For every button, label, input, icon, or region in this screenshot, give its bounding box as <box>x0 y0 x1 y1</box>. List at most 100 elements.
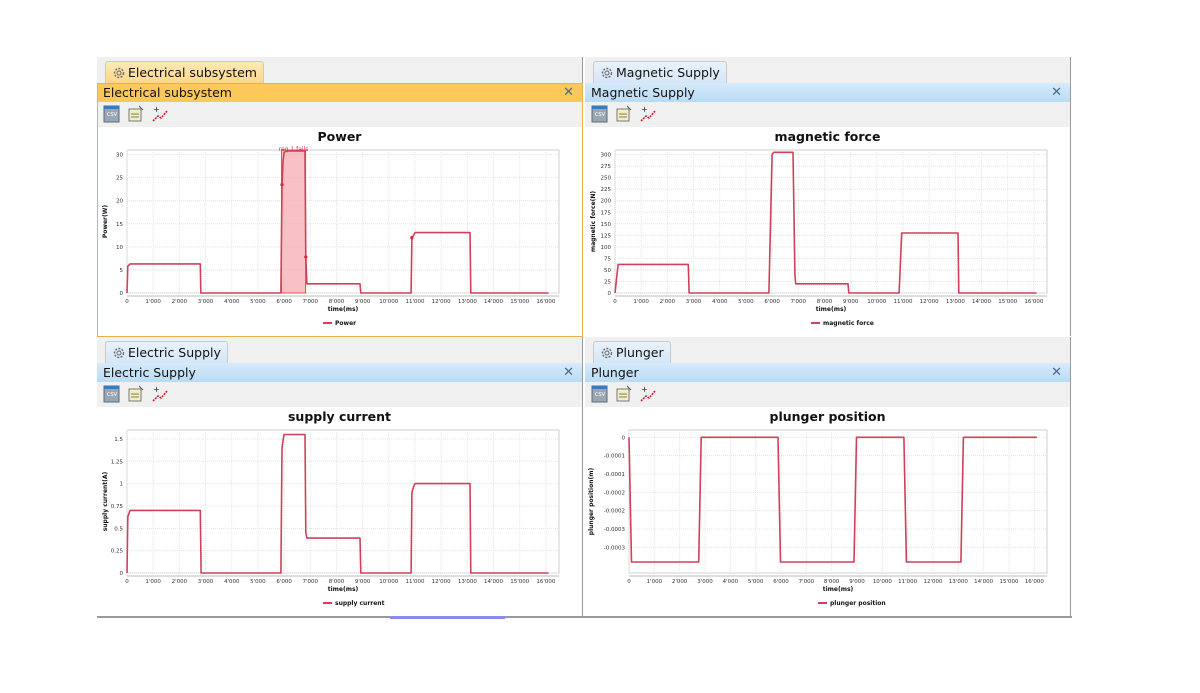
panel-title-bar: Magnetic Supply ✕ <box>585 83 1070 102</box>
x-tick-label: 5'000 <box>748 579 764 585</box>
legend-label: magnetic force <box>823 320 874 327</box>
tab-label: Electrical subsystem <box>128 65 257 80</box>
close-icon[interactable]: ✕ <box>1051 83 1062 102</box>
x-tick-label: 13'000 <box>949 579 969 585</box>
tab-magnetic-supply[interactable]: Magnetic Supply <box>593 61 727 84</box>
x-tick-label: 14'000 <box>484 579 504 585</box>
y-axis-label: magnetic force(N) <box>590 191 597 253</box>
panel-title-bar: Plunger ✕ <box>585 363 1070 382</box>
x-tick-label: 6'000 <box>276 579 292 585</box>
scrollbar-thumb[interactable] <box>390 616 505 619</box>
y-tick-label: 1.5 <box>114 437 123 443</box>
export-csv-icon[interactable]: CSV <box>103 385 121 403</box>
x-tick-label: 0 <box>125 579 129 585</box>
x-tick-label: 15'000 <box>998 299 1018 305</box>
x-axis-label: time(ms) <box>823 586 854 593</box>
y-tick-label: 150 <box>601 222 612 228</box>
y-tick-label: 0 <box>622 435 626 441</box>
svg-text:CSV: CSV <box>595 112 606 118</box>
x-tick-label: 12'000 <box>923 579 943 585</box>
panel-title-bar: Electric Supply ✕ <box>97 363 582 382</box>
y-tick-label: 0.25 <box>111 549 124 555</box>
y-tick-label: 75 <box>604 256 611 262</box>
add-series-icon[interactable]: + <box>151 385 169 403</box>
y-tick-label: 0.5 <box>114 526 123 532</box>
y-tick-label: -0.0003 <box>604 545 626 551</box>
edit-properties-icon[interactable] <box>127 385 145 403</box>
x-tick-label: 8'000 <box>817 299 833 305</box>
x-tick-label: 0 <box>613 299 617 305</box>
x-tick-label: 4'000 <box>723 579 739 585</box>
export-csv-icon[interactable]: CSV <box>591 105 609 123</box>
x-tick-label: 10'000 <box>379 579 399 585</box>
chart-toolbar: CSV + <box>585 102 1070 127</box>
y-tick-label: -0.0001 <box>604 454 625 460</box>
y-tick-label: 0 <box>120 571 124 577</box>
electric-supply-panel: Electric Supply Electric Supply ✕ CSV + … <box>97 337 583 616</box>
chart-toolbar: CSV + <box>97 382 582 407</box>
y-tick-label: 200 <box>601 199 612 205</box>
x-tick-label: 1'000 <box>633 299 649 305</box>
tab-electric-supply[interactable]: Electric Supply <box>105 341 228 364</box>
svg-text:CSV: CSV <box>595 392 606 398</box>
x-tick-label: 0 <box>627 579 631 585</box>
panel-title: Magnetic Supply <box>591 85 695 100</box>
plot-area <box>628 429 1048 574</box>
y-tick-label: 225 <box>601 187 612 193</box>
y-tick-label: -0.0001 <box>604 472 625 478</box>
y-tick-label: 275 <box>601 164 612 170</box>
y-tick-label: 0 <box>608 291 612 297</box>
y-tick-label: -0.0003 <box>604 527 626 533</box>
x-tick-label: 4'000 <box>712 299 728 305</box>
x-tick-label: 5'000 <box>250 579 266 585</box>
tab-label: Electric Supply <box>128 345 221 360</box>
legend-label: supply current <box>335 600 385 607</box>
y-tick-label: -0.0002 <box>604 509 625 515</box>
close-icon[interactable]: ✕ <box>563 363 574 382</box>
active-panel-frame <box>97 83 583 337</box>
x-tick-label: 10'000 <box>873 579 893 585</box>
x-tick-label: 8'000 <box>329 579 345 585</box>
svg-text:+: + <box>153 385 160 394</box>
add-series-icon[interactable]: + <box>639 385 657 403</box>
gear-icon <box>113 347 125 359</box>
chart-toolbar: CSV + <box>585 382 1070 407</box>
edit-properties-icon[interactable] <box>615 385 633 403</box>
tab-plunger[interactable]: Plunger <box>593 341 671 364</box>
legend-label: plunger position <box>830 600 886 607</box>
tab-electrical-subsystem[interactable]: Electrical subsystem <box>105 61 264 84</box>
x-tick-label: 1'000 <box>145 579 161 585</box>
svg-text:+: + <box>641 105 648 114</box>
chart-area: supply current 0 1'000 2'000 3'000 4'000 5'00… <box>97 407 582 616</box>
y-axis-label: plunger position(m) <box>588 468 595 536</box>
gear-icon <box>113 67 125 79</box>
magnetic-supply-panel: Magnetic Supply Magnetic Supply ✕ CSV + … <box>585 57 1071 336</box>
edit-properties-icon[interactable] <box>615 105 633 123</box>
y-tick-label: 1 <box>120 482 124 488</box>
x-tick-label: 9'000 <box>849 579 865 585</box>
x-tick-label: 5'000 <box>738 299 754 305</box>
x-tick-label: 15'000 <box>999 579 1019 585</box>
supply-current-chart: 0 1'000 2'000 3'000 4'000 5'000 6'000 7'000 8'00… <box>102 429 560 607</box>
x-tick-label: 6'000 <box>773 579 789 585</box>
x-axis-label: time(ms) <box>816 306 847 313</box>
tab-strip: Electrical subsystem <box>97 57 582 84</box>
x-tick-label: 2'000 <box>172 579 188 585</box>
plunger-position-chart: 0 1'000 2'000 3'000 4'000 5'000 6'000 7'000 8'00… <box>588 429 1048 607</box>
x-tick-label: 12'000 <box>920 299 940 305</box>
x-tick-label: 4'000 <box>224 579 240 585</box>
x-tick-label: 14'000 <box>974 579 994 585</box>
x-tick-label: 16'000 <box>1025 579 1045 585</box>
export-csv-icon[interactable]: CSV <box>591 385 609 403</box>
x-tick-label: 3'000 <box>686 299 702 305</box>
add-series-icon[interactable]: + <box>639 105 657 123</box>
y-tick-label: 25 <box>604 279 611 285</box>
close-icon[interactable]: ✕ <box>1051 363 1062 382</box>
x-tick-label: 1'000 <box>647 579 663 585</box>
chart-area: magnetic force 0 1'000 2'000 3'000 4'000 5'00… <box>585 127 1070 336</box>
y-tick-label: 0.75 <box>111 504 124 510</box>
svg-text:+: + <box>641 385 648 394</box>
x-tick-label: 6'000 <box>764 299 780 305</box>
x-tick-label: 7'000 <box>799 579 815 585</box>
x-tick-label: 13'000 <box>458 579 478 585</box>
